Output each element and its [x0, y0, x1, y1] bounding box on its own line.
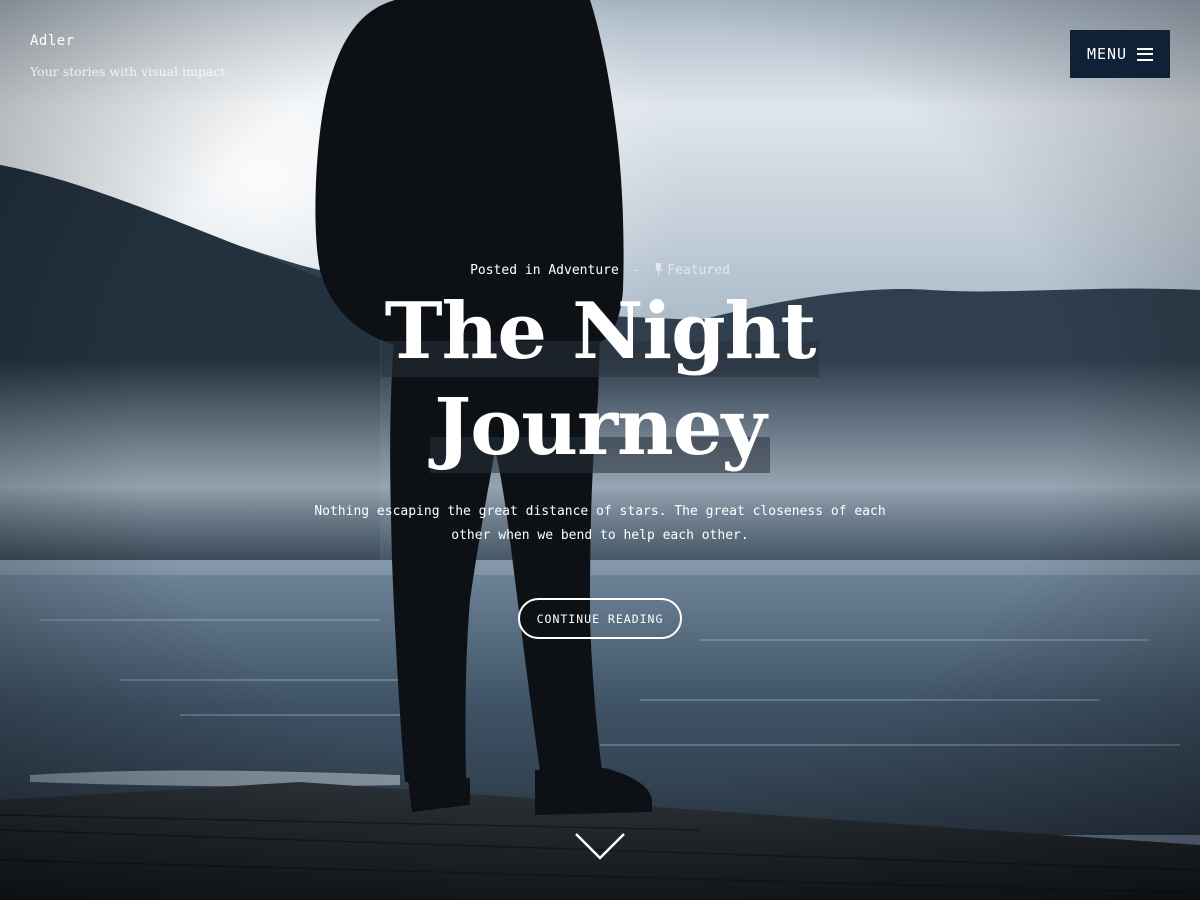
post-meta: Posted in Adventure - Featured	[0, 263, 1200, 278]
chevron-down-icon[interactable]	[574, 832, 626, 862]
post-excerpt: Nothing escaping the great distance of s…	[314, 504, 886, 543]
post-title-line-2[interactable]: Journey	[430, 383, 770, 473]
posted-in-label: Posted in	[470, 263, 541, 278]
post-title-line-1[interactable]: The Night	[380, 287, 820, 377]
continue-reading-button[interactable]: CONTINUE READING	[518, 598, 682, 639]
continue-reading-label: CONTINUE READING	[536, 611, 664, 626]
menu-button[interactable]: MENU	[1070, 30, 1170, 78]
site-title[interactable]: Adler	[30, 33, 75, 49]
category-link[interactable]: Adventure	[548, 263, 618, 278]
featured-badge: Featured	[654, 263, 730, 278]
post-title[interactable]: The Night Journey	[0, 287, 1200, 479]
site-tagline: Your stories with visual impact	[30, 64, 226, 79]
hamburger-icon	[1137, 47, 1154, 61]
meta-separator: -	[632, 263, 641, 278]
featured-label: Featured	[667, 263, 730, 278]
hero-section: Adler Your stories with visual impact ME…	[0, 0, 1200, 900]
menu-label: MENU	[1086, 45, 1128, 63]
pin-icon	[654, 263, 663, 276]
